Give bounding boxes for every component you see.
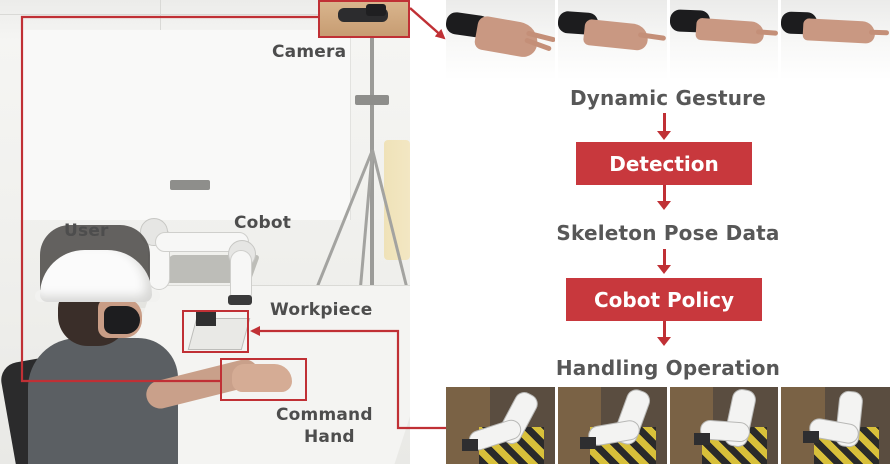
operation-to-workpiece-arrow	[250, 326, 446, 430]
camera-to-hand-connector	[20, 15, 318, 383]
camera-to-gesture-arrow	[409, 7, 446, 40]
connector-overlay	[20, 7, 446, 430]
